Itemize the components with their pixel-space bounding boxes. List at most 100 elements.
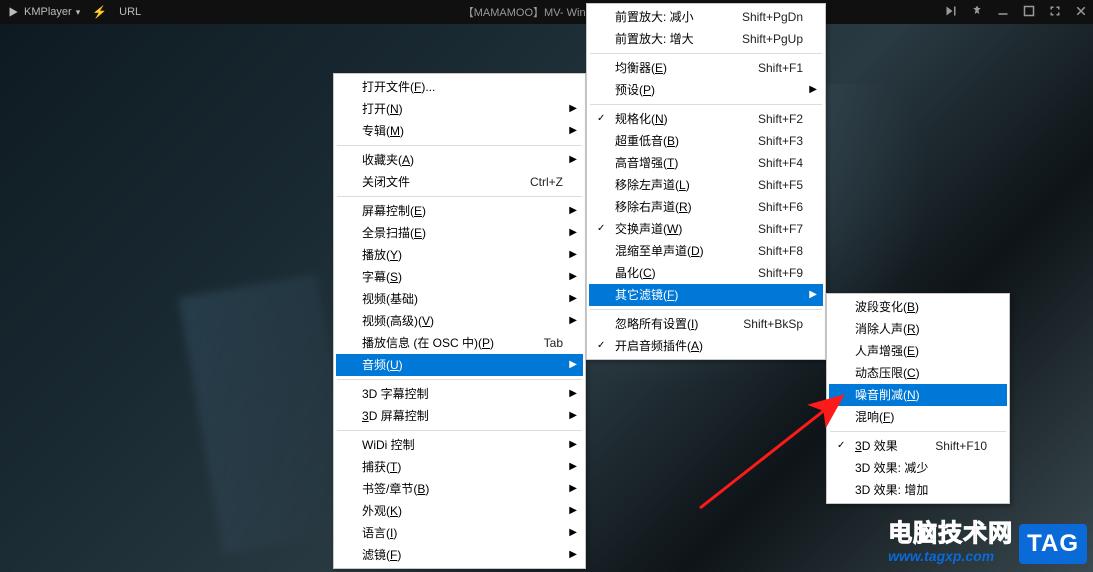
menu-item[interactable]: 其它滤镜(F)▶ — [589, 284, 823, 306]
menu-item-label: 视频(高级)(V) — [362, 315, 434, 327]
menu-item-label: 屏幕控制(E) — [362, 205, 426, 217]
menu-separator — [337, 145, 582, 146]
menu-item[interactable]: 混响(F) — [829, 406, 1007, 428]
menu-item[interactable]: 人声增强(E) — [829, 340, 1007, 362]
menu-item-shortcut: Shift+F8 — [728, 245, 803, 257]
menu-item[interactable]: 关闭文件Ctrl+Z — [336, 171, 583, 193]
submenu-arrow-icon: ▶ — [569, 528, 577, 538]
menu-item[interactable]: 专辑(M)▶ — [336, 120, 583, 142]
menu-item-label: 波段变化(B) — [855, 301, 919, 313]
menu-item-shortcut: Ctrl+Z — [500, 176, 563, 188]
menu-item[interactable]: 前置放大: 减小Shift+PgDn — [589, 6, 823, 28]
menu-item[interactable]: 3D 效果: 减少 — [829, 457, 1007, 479]
menu-item-label: 预设(P) — [615, 84, 655, 96]
submenu-arrow-icon: ▶ — [569, 411, 577, 421]
menu-item[interactable]: 打开文件(F)... — [336, 76, 583, 98]
menu-item[interactable]: ✓交换声道(W)Shift+F7 — [589, 218, 823, 240]
bolt-icon[interactable]: ⚡ — [92, 5, 107, 19]
submenu-arrow-icon: ▶ — [569, 550, 577, 560]
menu-item-shortcut: Shift+F4 — [728, 157, 803, 169]
menu-item-shortcut: Shift+F7 — [728, 223, 803, 235]
menu-item-shortcut: Shift+F5 — [728, 179, 803, 191]
menu-item[interactable]: ✓3D 效果Shift+F10 — [829, 435, 1007, 457]
check-icon: ✓ — [597, 114, 605, 124]
chevron-down-icon: ▾ — [76, 7, 81, 18]
menu-item[interactable]: 收藏夹(A)▶ — [336, 149, 583, 171]
menu-item[interactable]: 视频(基础)▶ — [336, 288, 583, 310]
menu-item[interactable]: 预设(P)▶ — [589, 79, 823, 101]
menu-item[interactable]: 3D 效果: 增加 — [829, 479, 1007, 501]
menu-item-label: 移除右声道(R) — [615, 201, 692, 213]
menu-item-label: 高音增强(T) — [615, 157, 678, 169]
menu-item[interactable]: 前置放大: 增大Shift+PgUp — [589, 28, 823, 50]
app-logo[interactable]: KMPlayer ▾ — [6, 5, 80, 19]
menu-item[interactable]: 打开(N)▶ — [336, 98, 583, 120]
pin-icon[interactable] — [971, 5, 983, 20]
menu-item[interactable]: 视频(高级)(V)▶ — [336, 310, 583, 332]
menu-item-label: 混响(F) — [855, 411, 894, 423]
url-label[interactable]: URL — [119, 6, 141, 18]
menu-item[interactable]: 3D 屏幕控制▶ — [336, 405, 583, 427]
menu-item-label: 全景扫描(E) — [362, 227, 426, 239]
menu-item[interactable]: 高音增强(T) Shift+F4 — [589, 152, 823, 174]
menu-item-label: 3D 效果: 增加 — [855, 484, 928, 496]
menu-item[interactable]: 播放信息 (在 OSC 中)(P)Tab — [336, 332, 583, 354]
menu-item[interactable]: 全景扫描(E)▶ — [336, 222, 583, 244]
menu-item[interactable]: ✓开启音频插件(A) — [589, 335, 823, 357]
menu-item-shortcut: Shift+F1 — [728, 62, 803, 74]
menu-item-label: 字幕(S) — [362, 271, 402, 283]
menu-item-label: 动态压限(C) — [855, 367, 920, 379]
menu-item-label: 视频(基础) — [362, 293, 418, 305]
menu-item[interactable]: 混缩至单声道(D)Shift+F8 — [589, 240, 823, 262]
close-icon[interactable] — [1075, 5, 1087, 20]
menu-item[interactable]: 忽略所有设置(I)Shift+BkSp — [589, 313, 823, 335]
menu-item[interactable]: 屏幕控制(E)▶ — [336, 200, 583, 222]
menu-item-label: 消除人声(R) — [855, 323, 920, 335]
menu-item[interactable]: 播放(Y)▶ — [336, 244, 583, 266]
menu-separator — [337, 379, 582, 380]
menu-item-shortcut: Shift+F10 — [905, 440, 987, 452]
check-icon: ✓ — [597, 224, 605, 234]
menu-item[interactable]: 超重低音(B)Shift+F3 — [589, 130, 823, 152]
menu-item-shortcut: Shift+PgDn — [712, 11, 803, 23]
maximize-icon[interactable] — [1023, 5, 1035, 20]
menu-item-shortcut: Shift+PgUp — [712, 33, 803, 45]
context-menu-other-filters: 波段变化(B) 消除人声(R) 人声增强(E) 动态压限(C) 噪音削减(N) 混响(F)… — [826, 293, 1010, 504]
menu-item-label: 3D 效果: 减少 — [855, 462, 928, 474]
menu-item[interactable]: 捕获(T)▶ — [336, 456, 583, 478]
menu-item[interactable]: 外观(K)▶ — [336, 500, 583, 522]
menu-item[interactable]: 噪音削减(N) — [829, 384, 1007, 406]
menu-item-label: 规格化(N) — [615, 113, 668, 125]
menu-item-label: 晶化(C) — [615, 267, 656, 279]
menu-item-label: 人声增强(E) — [855, 345, 919, 357]
menu-item[interactable]: 滤镜(F)▶ — [336, 544, 583, 566]
menu-item-label: 捕获(T) — [362, 461, 401, 473]
menu-item[interactable]: WiDi 控制▶ — [336, 434, 583, 456]
submenu-arrow-icon: ▶ — [569, 250, 577, 260]
menu-item[interactable]: 书签/章节(B)▶ — [336, 478, 583, 500]
titlebar-right — [945, 5, 1087, 20]
minimize-icon[interactable] — [997, 5, 1009, 20]
menu-item[interactable]: 晶化(C) Shift+F9 — [589, 262, 823, 284]
menu-item[interactable]: 语言(I)▶ — [336, 522, 583, 544]
submenu-arrow-icon: ▶ — [569, 155, 577, 165]
menu-item[interactable]: 波段变化(B) — [829, 296, 1007, 318]
check-icon: ✓ — [597, 341, 605, 351]
menu-separator — [590, 104, 822, 105]
menu-item[interactable]: 均衡器(E)Shift+F1 — [589, 57, 823, 79]
fullscreen-icon[interactable] — [1049, 5, 1061, 20]
menu-item-label: 打开(N) — [362, 103, 403, 115]
menu-item[interactable]: 动态压限(C) — [829, 362, 1007, 384]
menu-item[interactable]: 字幕(S)▶ — [336, 266, 583, 288]
watermark-cn: 电脑技术网 — [888, 513, 1013, 548]
menu-item[interactable]: ✓规格化(N)Shift+F2 — [589, 108, 823, 130]
skip-end-icon[interactable] — [945, 5, 957, 20]
menu-item[interactable]: 消除人声(R) — [829, 318, 1007, 340]
menu-item[interactable]: 移除左声道(L) Shift+F5 — [589, 174, 823, 196]
menu-item-label: 移除左声道(L) — [615, 179, 690, 191]
menu-item[interactable]: 音频(U)▶ — [336, 354, 583, 376]
menu-item[interactable]: 移除右声道(R)Shift+F6 — [589, 196, 823, 218]
menu-item-shortcut: Shift+F9 — [728, 267, 803, 279]
menu-item-label: 其它滤镜(F) — [615, 289, 678, 301]
menu-item[interactable]: 3D 字幕控制▶ — [336, 383, 583, 405]
